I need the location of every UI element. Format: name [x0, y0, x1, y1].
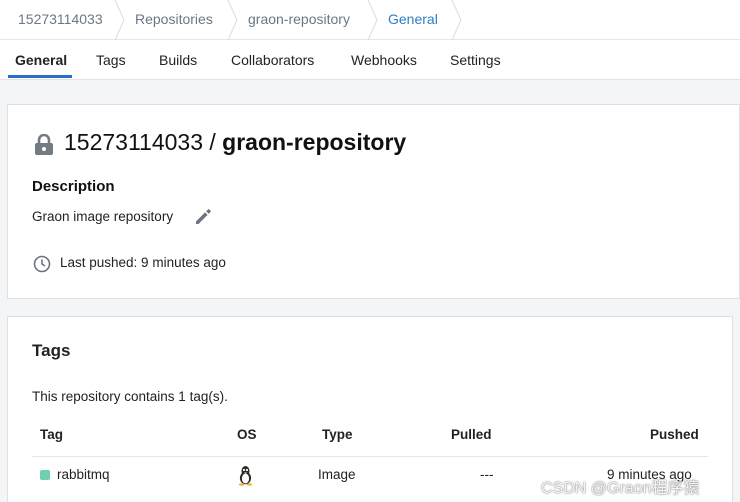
repo-name: graon-repository	[222, 129, 407, 155]
tab-tags[interactable]: Tags	[96, 40, 126, 80]
lock-icon	[34, 133, 54, 161]
title-separator: /	[209, 129, 216, 155]
breadcrumb: 15273114033 Repositories graon-repositor…	[0, 0, 740, 40]
clock-icon	[33, 255, 51, 278]
tag-pulled: ---	[480, 467, 494, 482]
chevron-right-icon	[227, 0, 239, 40]
tab-webhooks[interactable]: Webhooks	[351, 40, 417, 80]
description-text: Graon image repository	[32, 209, 174, 224]
linux-icon	[237, 465, 254, 491]
column-header-type[interactable]: Type	[322, 427, 353, 442]
repo-owner: 15273114033	[64, 129, 203, 155]
breadcrumb-item-repository[interactable]: graon-repository	[248, 0, 350, 40]
tab-collaborators[interactable]: Collaborators	[231, 40, 314, 80]
tag-status-dot	[40, 470, 50, 480]
tab-builds[interactable]: Builds	[159, 40, 197, 80]
tag-name-link[interactable]: rabbitmq	[57, 467, 110, 482]
page-title: 15273114033 / graon-repository	[64, 129, 406, 156]
breadcrumb-item-repositories[interactable]: Repositories	[135, 0, 213, 40]
column-header-pulled[interactable]: Pulled	[451, 427, 492, 442]
breadcrumb-item-general[interactable]: General	[388, 0, 438, 40]
column-header-pushed[interactable]: Pushed	[650, 427, 699, 442]
table-header-divider	[32, 456, 708, 457]
column-header-os[interactable]: OS	[237, 427, 257, 442]
chevron-right-icon	[114, 0, 126, 40]
last-pushed-text: Last pushed: 9 minutes ago	[60, 255, 226, 270]
breadcrumb-item-account[interactable]: 15273114033	[18, 0, 103, 40]
tab-general[interactable]: General	[15, 40, 67, 80]
pencil-icon[interactable]	[193, 207, 213, 232]
tags-heading: Tags	[32, 341, 71, 360]
watermark: CSDN @Graon程序猿	[541, 480, 700, 497]
tab-settings[interactable]: Settings	[450, 40, 501, 80]
chevron-right-icon	[451, 0, 463, 40]
chevron-right-icon	[367, 0, 379, 40]
active-tab-indicator	[8, 75, 72, 78]
description-heading: Description	[32, 178, 115, 195]
column-header-tag[interactable]: Tag	[40, 427, 63, 442]
repo-tabs: General Tags Builds Collaborators Webhoo…	[0, 40, 740, 80]
tags-count-text: This repository contains 1 tag(s).	[32, 389, 228, 404]
tag-type: Image	[318, 467, 356, 482]
